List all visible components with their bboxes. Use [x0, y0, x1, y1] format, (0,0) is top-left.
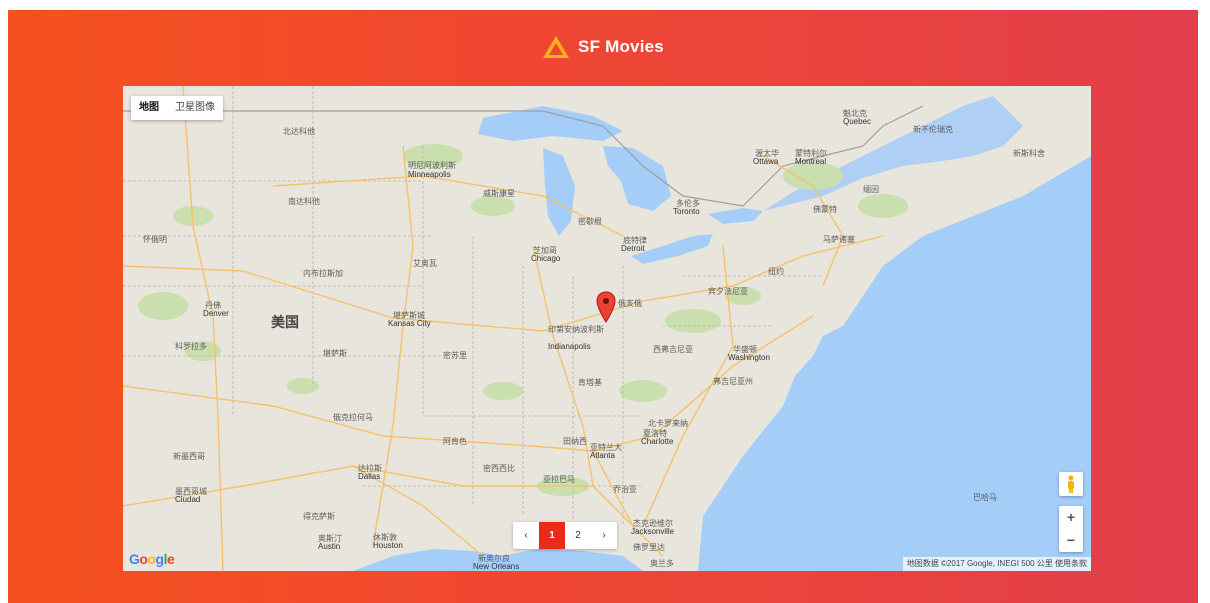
map-place-label: 弗吉尼亚州 — [713, 377, 753, 386]
map-place-label: Chicago — [531, 254, 561, 263]
map-place-label: Ciudad — [175, 495, 201, 504]
map-attribution[interactable]: 地图数据 ©2017 Google, INEGI 500 公里 使用条款 — [902, 557, 1091, 571]
app-background: SF Movies 地图 卫星图像 北达科他 明尼阿波利斯 Minneapoli… — [8, 10, 1198, 603]
map-pin-icon[interactable] — [596, 291, 616, 323]
map-place-label: 肯塔基 — [578, 378, 602, 387]
map-place-label: Quebec — [843, 117, 872, 126]
map-place-label: 缅因 — [863, 185, 879, 194]
map-canvas[interactable] — [123, 86, 1091, 571]
map-place-label: 西弗吉尼亚 — [653, 345, 693, 354]
pagination-page-2[interactable]: 2 — [565, 522, 591, 549]
app-header: SF Movies — [8, 32, 1198, 62]
map-place-label: Montreal — [795, 157, 827, 166]
map-place-label: Atlanta — [590, 451, 615, 460]
map-place-label: Austin — [318, 542, 341, 551]
map-place-label: 密歇根 — [578, 217, 602, 226]
app-title: SF Movies — [578, 37, 664, 56]
map-place-label: 乔治亚 — [613, 485, 637, 494]
map-place-label: 马萨诸塞 — [823, 235, 855, 244]
map-view[interactable]: 地图 卫星图像 北达科他 明尼阿波利斯 Minneapolis 威斯康星 南达科他 密歇根… — [123, 86, 1091, 571]
zoom-out-button[interactable]: − — [1059, 529, 1083, 552]
map-place-label: 密西西比 — [483, 464, 515, 473]
map-place-label: 田纳西 — [563, 437, 587, 446]
map-place-label: Detroit — [621, 244, 645, 253]
map-place-label: Jacksonville — [631, 527, 675, 536]
map-place-label: Washington — [728, 353, 770, 362]
map-place-label: 南达科他 — [288, 197, 320, 206]
map-place-label: 密苏里 — [443, 351, 467, 360]
map-place-label: Charlotte — [641, 437, 674, 446]
map-place-label: Houston — [373, 541, 403, 550]
map-place-label: Toronto — [673, 207, 700, 216]
map-place-label: 俄亥俄 — [618, 299, 642, 308]
google-logo[interactable]: Google — [129, 551, 175, 567]
pagination-next-button[interactable]: › — [591, 522, 617, 549]
map-place-label: 得克萨斯 — [303, 512, 335, 521]
map-place-label: 新斯科舍 — [1013, 149, 1045, 158]
street-view-pegman-icon — [1068, 475, 1074, 493]
map-place-label: 俄克拉何马 — [333, 413, 373, 422]
map-place-label: Minneapolis — [408, 170, 451, 179]
map-place-label: Dallas — [358, 472, 381, 481]
map-place-label: 巴哈马 — [973, 493, 997, 502]
map-place-label: Kansas City — [388, 319, 431, 328]
map-type-satellite-button[interactable]: 卫星图像 — [167, 96, 223, 120]
map-place-label: 内布拉斯加 — [303, 269, 343, 278]
map-place-label: 印第安纳波利斯 — [548, 325, 604, 334]
map-type-control: 地图 卫星图像 — [131, 96, 223, 120]
triangle-logo-icon — [543, 36, 570, 58]
map-place-label: 堪萨斯 — [323, 349, 347, 358]
pagination-prev-button[interactable]: ‹ — [513, 522, 539, 549]
street-view-pegman-button[interactable] — [1059, 472, 1083, 496]
map-place-label: 科罗拉多 — [175, 342, 207, 351]
zoom-control: + − — [1059, 506, 1083, 552]
country-label: 美国 — [271, 314, 299, 330]
map-place-label: 纽约 — [768, 267, 784, 276]
map-place-label: 新不伦瑞克 — [913, 125, 953, 134]
map-place-label: 佛蒙特 — [813, 205, 837, 214]
map-place-label: 艾奥瓦 — [413, 259, 437, 268]
map-place-label: 佛罗里达 — [633, 543, 665, 552]
map-place-label: Denver — [203, 309, 229, 318]
map-place-label: Ottawa — [753, 157, 779, 166]
pagination-page-1[interactable]: 1 — [539, 522, 565, 549]
map-place-label: New Orleans — [473, 562, 520, 571]
map-place-label: 亚拉巴马 — [543, 475, 575, 484]
map-place-label: 奥兰多 — [650, 559, 674, 568]
zoom-in-button[interactable]: + — [1059, 506, 1083, 529]
map-type-map-button[interactable]: 地图 — [131, 96, 167, 120]
map-place-label: 阿肯色 — [443, 437, 467, 446]
map-place-label: Indianapolis — [548, 342, 591, 351]
map-place-label: 威斯康星 — [483, 189, 515, 198]
map-place-label: 怀俄明 — [143, 235, 167, 244]
map-place-label: 北达科他 — [283, 127, 315, 136]
map-place-label: 宾夕法尼亚 — [708, 287, 748, 296]
pagination: ‹ 1 2 › — [513, 522, 617, 549]
map-place-label: 新墨西哥 — [173, 452, 205, 461]
